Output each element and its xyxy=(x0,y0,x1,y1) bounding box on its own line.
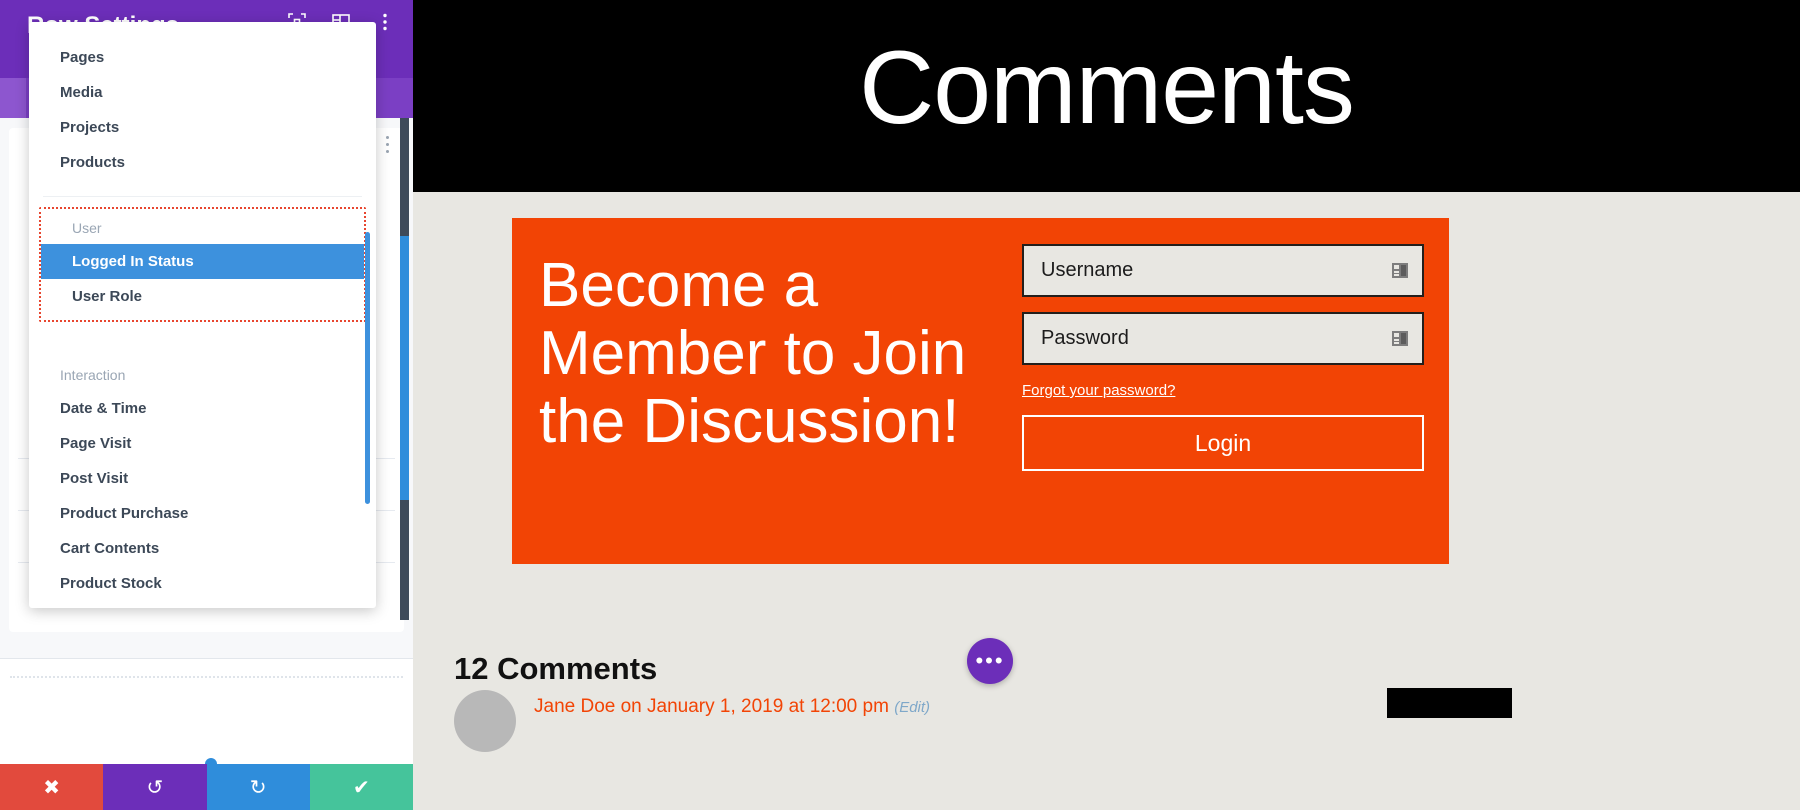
panel-tab-active-indicator[interactable] xyxy=(0,78,26,118)
row-options-dots-icon[interactable] xyxy=(386,136,389,153)
comment-author-date: Jane Doe on January 1, 2019 at 12:00 pm xyxy=(534,696,889,717)
dropdown-group-label-interaction: Interaction xyxy=(60,366,126,383)
dropdown-item-products[interactable]: Products xyxy=(29,145,376,180)
forgot-password-link[interactable]: Forgot your password? xyxy=(1022,382,1175,399)
dropdown-item-cart-contents[interactable]: Cart Contents xyxy=(29,531,376,566)
save-button[interactable]: ✔ xyxy=(309,764,413,810)
condition-category-dropdown: Pages Media Projects Products User Logged In … xyxy=(29,22,376,608)
screen-root: Comments Become a Member to Join the Dis… xyxy=(0,0,1800,810)
comment-item: Jane Doe on January 1, 2019 at 12:00 pm … xyxy=(454,690,1254,752)
password-placeholder: Password xyxy=(1041,327,1129,349)
more-vertical-icon[interactable] xyxy=(375,12,395,32)
dropdown-group-highlight: User Logged In Status User Role xyxy=(39,207,366,322)
redo-button[interactable]: ↻ xyxy=(206,764,310,810)
dropdown-item-pages[interactable]: Pages xyxy=(29,40,376,75)
promo-text-column: Become a Member to Join the Discussion! xyxy=(512,218,1012,564)
comments-count-heading: 12 Comments xyxy=(454,651,658,686)
dropdown-item-post-visit[interactable]: Post Visit xyxy=(29,461,376,496)
page-title: Comments xyxy=(859,30,1355,146)
dropdown-item-user-role[interactable]: User Role xyxy=(41,279,364,314)
dropdown-list: Pages Media Projects Products User Logged In … xyxy=(29,22,376,608)
panel-scrollbar-thumb[interactable] xyxy=(400,236,409,500)
username-field[interactable]: Username xyxy=(1022,244,1424,297)
dropdown-item-projects[interactable]: Projects xyxy=(29,110,376,145)
row-settings-panel: Row Settings xyxy=(0,0,413,810)
dropdown-item-product-stock[interactable]: Product Stock xyxy=(29,566,376,601)
login-button[interactable]: Login xyxy=(1022,415,1424,471)
dropdown-separator xyxy=(43,196,362,197)
comment-meta: Jane Doe on January 1, 2019 at 12:00 pm … xyxy=(534,690,930,718)
site-preview: Comments Become a Member to Join the Dis… xyxy=(413,0,1800,810)
dropdown-item-product-purchase[interactable]: Product Purchase xyxy=(29,496,376,531)
panel-footer: ✖ ↺ ↻ ✔ xyxy=(0,764,413,810)
dropdown-item-media[interactable]: Media xyxy=(29,75,376,110)
dropdown-item-number-of-views[interactable]: Number of Views xyxy=(29,601,376,608)
hero-banner: Comments xyxy=(413,0,1800,192)
membership-promo-section: Become a Member to Join the Discussion! … xyxy=(512,218,1449,564)
panel-footer-divider xyxy=(0,658,413,659)
dropdown-group-label-user: User xyxy=(72,219,102,236)
panel-dotted-separator xyxy=(10,676,403,678)
dropdown-scrollbar-thumb[interactable] xyxy=(365,232,370,504)
avatar xyxy=(454,690,516,752)
undo-button[interactable]: ↺ xyxy=(103,764,207,810)
username-placeholder: Username xyxy=(1041,259,1134,281)
password-badge-icon xyxy=(1390,328,1412,350)
promo-heading: Become a Member to Join the Discussion! xyxy=(539,251,967,456)
dropdown-item-page-visit[interactable]: Page Visit xyxy=(29,426,376,461)
login-form: Username Password Forgot your password? … xyxy=(1012,218,1449,564)
dropdown-item-logged-in-status[interactable]: Logged In Status xyxy=(41,244,364,279)
password-field[interactable]: Password xyxy=(1022,312,1424,365)
comment-edit-link[interactable]: (Edit) xyxy=(894,699,930,716)
dropdown-item-date-time[interactable]: Date & Time xyxy=(29,391,376,426)
floating-action-button[interactable]: ••• xyxy=(967,638,1013,684)
bottom-right-black-strip xyxy=(1387,688,1512,718)
discard-button[interactable]: ✖ xyxy=(0,764,104,810)
user-badge-icon xyxy=(1390,260,1412,282)
